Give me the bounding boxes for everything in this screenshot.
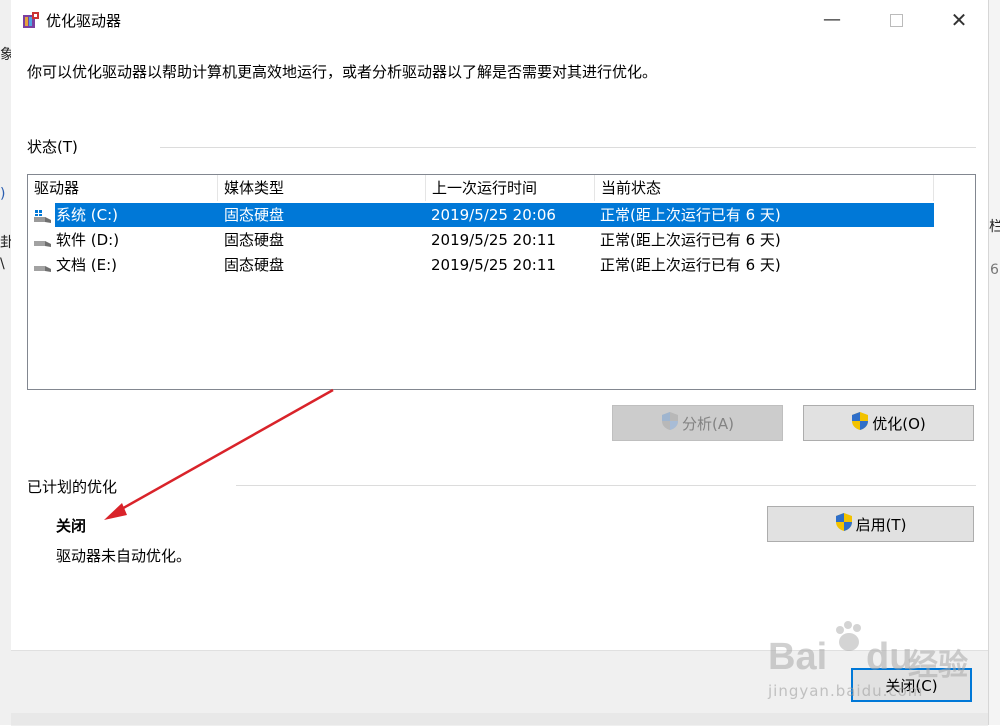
watermark-url: jingyan.baidu.com: [768, 682, 924, 700]
baidu-watermark: Bai du 经验 jingyan.baidu.com: [768, 620, 968, 700]
watermark-brand: Bai: [768, 636, 828, 678]
watermark-brand-suffix: du: [866, 636, 913, 678]
paw-icon: [832, 620, 866, 654]
annotation-arrow-icon: [104, 388, 334, 520]
watermark-cn: 经验: [908, 648, 968, 683]
